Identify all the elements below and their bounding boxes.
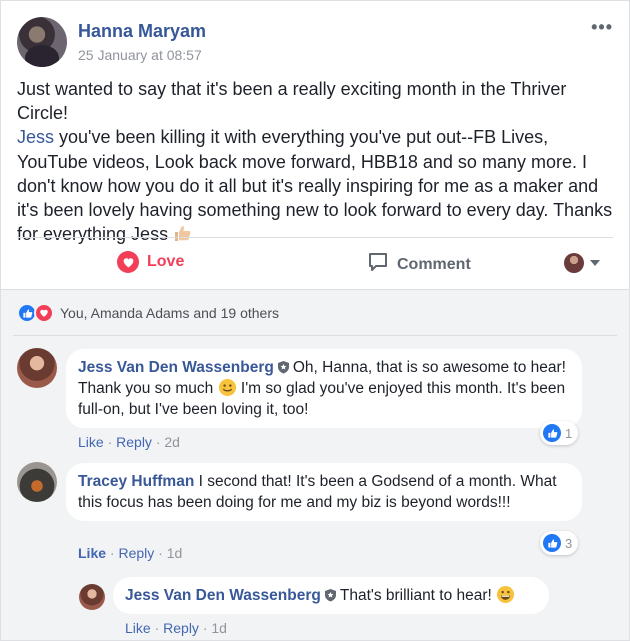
reply-age[interactable]: 1d [211, 620, 227, 636]
reactions-summary[interactable]: You, Amanda Adams and 19 others [17, 303, 279, 323]
separator: · [109, 545, 115, 561]
reply-link[interactable]: Reply [116, 434, 152, 450]
author-avatar[interactable] [17, 17, 67, 67]
heart-icon [117, 251, 139, 273]
comment-like-count[interactable]: 3 [540, 531, 579, 555]
like-link[interactable]: Like [78, 545, 106, 561]
smile-emoji-icon [218, 378, 237, 397]
love-reaction-icon [34, 303, 54, 323]
separator: · [154, 620, 160, 636]
like-count: 1 [565, 425, 573, 441]
grin-emoji-icon [496, 585, 515, 604]
post-text: Just wanted to say that it's been a real… [17, 77, 617, 246]
replier-name[interactable]: Jess Van Den Wassenberg [125, 587, 321, 604]
commenter-name[interactable]: Jess Van Den Wassenberg [78, 359, 274, 376]
admin-shield-icon [277, 359, 290, 374]
reply-text: That's brilliant to hear! [339, 587, 492, 604]
comment-like-count[interactable]: 1 [540, 421, 579, 445]
admin-shield-icon [324, 587, 337, 602]
comment-age[interactable]: 1d [167, 545, 183, 561]
comment-bubble: Tracey Huffman I second that! It's been … [66, 463, 582, 521]
reply-link[interactable]: Reply [118, 545, 154, 561]
love-label: Love [147, 253, 185, 270]
separator: · [158, 545, 163, 561]
thumbs-up-emoji-icon [172, 223, 192, 243]
like-count: 3 [565, 535, 573, 551]
comment-actions: Like · Reply · 1d [78, 545, 182, 561]
post-author-name[interactable]: Hanna Maryam [78, 21, 206, 42]
comment-age[interactable]: 2d [164, 434, 180, 450]
separator: · [202, 620, 208, 636]
comment-actions: Like · Reply · 2d [78, 434, 180, 450]
post-text-part2: you've been killing it with everything y… [17, 127, 613, 245]
post-text-part1: Just wanted to say that it's been a real… [17, 79, 567, 124]
reply-link[interactable]: Reply [163, 620, 199, 636]
post-as-selector[interactable] [564, 253, 600, 273]
commenter-avatar[interactable] [17, 348, 57, 388]
separator: · [155, 434, 161, 450]
commenter-name[interactable]: Tracey Huffman [78, 473, 194, 490]
like-reaction-icon [543, 424, 561, 442]
post-card: Hanna Maryam 25 January at 08:57 ••• Jus… [0, 0, 630, 641]
reply-bubble: Jess Van Den Wassenberg That's brilliant … [113, 577, 549, 614]
mention-link[interactable]: Jess [17, 127, 54, 147]
replier-avatar[interactable] [79, 584, 105, 610]
comment-label: Comment [397, 255, 471, 273]
love-button[interactable]: Love [117, 251, 184, 273]
comment-button[interactable]: Comment [367, 251, 471, 278]
like-link[interactable]: Like [78, 434, 104, 450]
like-link[interactable]: Like [125, 620, 151, 636]
viewer-avatar [564, 253, 584, 273]
divider [17, 237, 613, 238]
like-reaction-icon [543, 534, 561, 552]
separator: · [107, 434, 113, 450]
reactions-text: You, Amanda Adams and 19 others [60, 305, 279, 321]
commenter-avatar[interactable] [17, 462, 57, 502]
reply-actions: Like · Reply · 1d [125, 620, 227, 636]
chevron-down-icon [590, 260, 600, 266]
comment-bubble: Jess Van Den Wassenberg Oh, Hanna, that i… [66, 349, 582, 428]
comment-icon [367, 251, 389, 278]
post-timestamp[interactable]: 25 January at 08:57 [78, 47, 202, 63]
divider [13, 335, 617, 336]
more-options-icon[interactable]: ••• [591, 17, 613, 38]
